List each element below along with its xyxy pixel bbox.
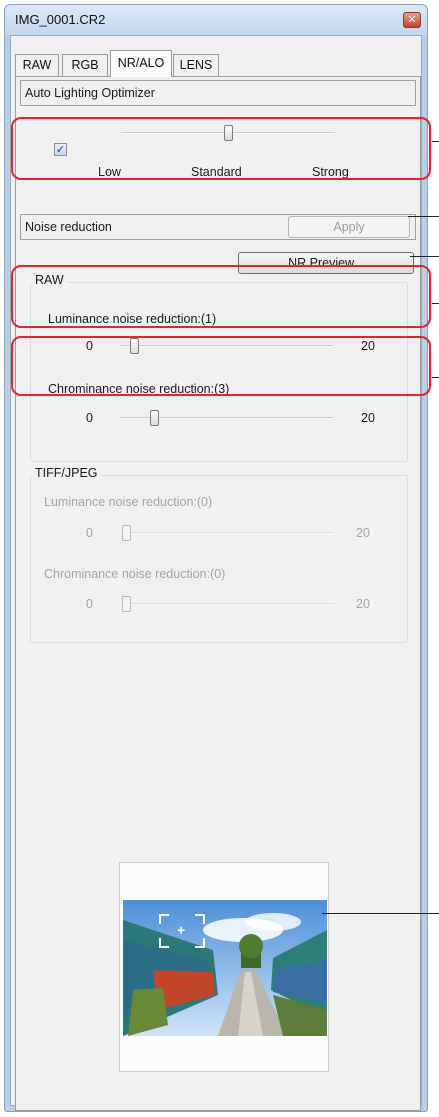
nr-alo-tab-page: Auto Lighting Optimizer ✓ Low Standard S… — [15, 76, 421, 1111]
tiff-chrominance-max: 20 — [356, 597, 370, 611]
alo-enable-checkbox[interactable]: ✓ — [54, 143, 67, 156]
navigator-preview: + — [119, 862, 329, 1072]
callout-line-luminance — [432, 303, 439, 304]
nr-alo-palette-window: IMG_0001.CR2 ✕ RAW RGB NR/ALO LENS Auto … — [4, 4, 428, 1112]
tiff-luminance-track — [122, 532, 334, 534]
raw-luminance-track[interactable] — [119, 345, 333, 347]
raw-luminance-min: 0 — [86, 339, 93, 353]
viewframe-corner-tr — [195, 914, 205, 924]
tiff-luminance-min: 0 — [86, 526, 93, 540]
callout-line-apply — [408, 216, 439, 217]
train-photo-image — [123, 900, 327, 1036]
raw-luminance-thumb[interactable] — [130, 338, 139, 354]
crosshair-icon: + — [177, 922, 186, 938]
tiff-chrominance-track — [122, 603, 334, 605]
tiff-luminance-label: Luminance noise reduction:(0) — [44, 495, 213, 509]
alo-scale-strong: Strong — [312, 165, 349, 179]
tiff-jpeg-group-title: TIFF/JPEG — [32, 466, 101, 480]
raw-groupbox — [30, 282, 408, 462]
alo-slider-thumb[interactable] — [224, 125, 233, 141]
viewframe-corner-bl — [159, 938, 169, 948]
callout-line-nr-preview — [410, 256, 439, 257]
tiff-luminance-thumb — [122, 525, 131, 541]
tiff-chrominance-label: Chrominance noise reduction:(0) — [44, 567, 226, 581]
raw-chrominance-max: 20 — [361, 411, 375, 425]
callout-line-navigator — [322, 913, 439, 914]
viewframe-corner-tl — [159, 914, 169, 924]
train-photo-thumbnail[interactable]: + — [123, 900, 327, 1036]
alo-scale-low: Low — [98, 165, 121, 179]
tiff-chrominance-thumb — [122, 596, 131, 612]
alo-scale-standard: Standard — [191, 165, 242, 179]
title-bar[interactable]: IMG_0001.CR2 ✕ — [5, 5, 427, 35]
viewframe-corner-br — [195, 938, 205, 948]
tab-lens[interactable]: LENS — [173, 54, 219, 76]
palette-client-area: RAW RGB NR/ALO LENS Auto Lighting Optimi… — [10, 35, 422, 1111]
tiff-chrominance-min: 0 — [86, 597, 93, 611]
tab-rgb[interactable]: RGB — [62, 54, 108, 76]
callout-line-chrominance — [432, 377, 439, 378]
raw-chrominance-thumb[interactable] — [150, 410, 159, 426]
window-title: IMG_0001.CR2 — [15, 12, 106, 27]
callout-line-alo — [432, 141, 439, 142]
apply-button[interactable]: Apply — [288, 216, 410, 238]
close-icon[interactable]: ✕ — [403, 12, 421, 28]
tab-raw[interactable]: RAW — [15, 54, 59, 76]
alo-section-header: Auto Lighting Optimizer — [20, 80, 416, 106]
nr-preview-button[interactable]: NR Preview... — [238, 252, 414, 274]
tab-nr-alo[interactable]: NR/ALO — [110, 50, 172, 77]
raw-luminance-label: Luminance noise reduction:(1) — [48, 312, 217, 326]
raw-chrominance-label: Chrominance noise reduction:(3) — [48, 382, 230, 396]
raw-chrominance-min: 0 — [86, 411, 93, 425]
raw-luminance-max: 20 — [361, 339, 375, 353]
raw-group-title: RAW — [32, 273, 67, 287]
tiff-luminance-max: 20 — [356, 526, 370, 540]
